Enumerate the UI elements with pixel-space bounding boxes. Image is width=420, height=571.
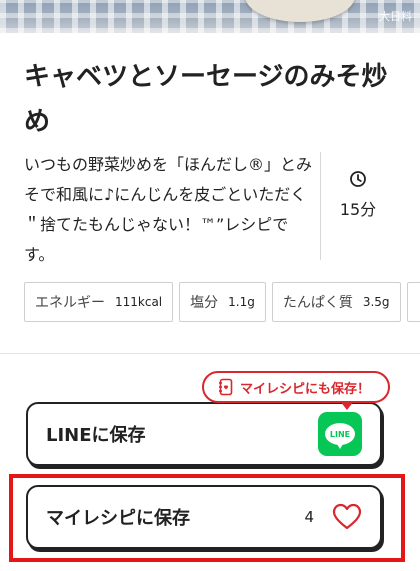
favorite-count: 4 (304, 508, 314, 526)
cooking-time: 15分 (328, 170, 388, 220)
nutrition-label: エネルギー (35, 295, 105, 311)
nutrition-list: エネルギー 111kcal 塩分 1.1g たんぱく質 3.5g (24, 282, 420, 322)
nutrition-value: 111kcal (115, 295, 163, 309)
clock-icon (350, 171, 366, 187)
line-logo-icon: LINE (318, 412, 362, 456)
recipe-title: キャベツとソーセージのみそ炒め (24, 62, 388, 137)
section-divider (0, 353, 420, 354)
save-to-line-button[interactable]: LINEに保存 LINE (26, 402, 382, 466)
nutrition-value: 1.1g (228, 295, 255, 309)
recipe-description: いつもの野菜炒めを「ほんだし®」とみそで和風に♪にんじんを皮ごといただく＂捨てた… (24, 155, 313, 264)
nutrition-chip-salt: 塩分 1.1g (179, 282, 266, 322)
recipe-book-icon (219, 378, 233, 396)
save-to-line-label: LINEに保存 (46, 425, 146, 446)
nutrition-chip-protein: たんぱく質 3.5g (271, 282, 401, 322)
nutrition-chip-energy: エネルギー 111kcal (24, 282, 174, 322)
line-logo-text: LINE (329, 429, 351, 439)
cooking-time-value: 15分 (339, 200, 377, 219)
dish-bowl (245, 0, 355, 22)
heart-icon[interactable] (332, 503, 362, 531)
nutrition-label: たんぱく質 (282, 295, 353, 311)
hero-image: 大日料 (0, 0, 420, 33)
nutrition-label: 塩分 (190, 295, 219, 311)
myrecipe-callout: マイレシピにも保存！ (202, 371, 390, 410)
description-divider (320, 152, 321, 260)
save-to-myrecipe-label: マイレシピに保存 (46, 508, 190, 529)
nutrition-value: 3.5g (362, 295, 390, 309)
callout-text: マイレシピにも保存！ (240, 381, 371, 397)
nutrition-chip-more (406, 282, 420, 322)
watermark-logo: 大日料 (379, 10, 412, 23)
save-to-myrecipe-button[interactable]: マイレシピに保存 4 (26, 485, 382, 549)
